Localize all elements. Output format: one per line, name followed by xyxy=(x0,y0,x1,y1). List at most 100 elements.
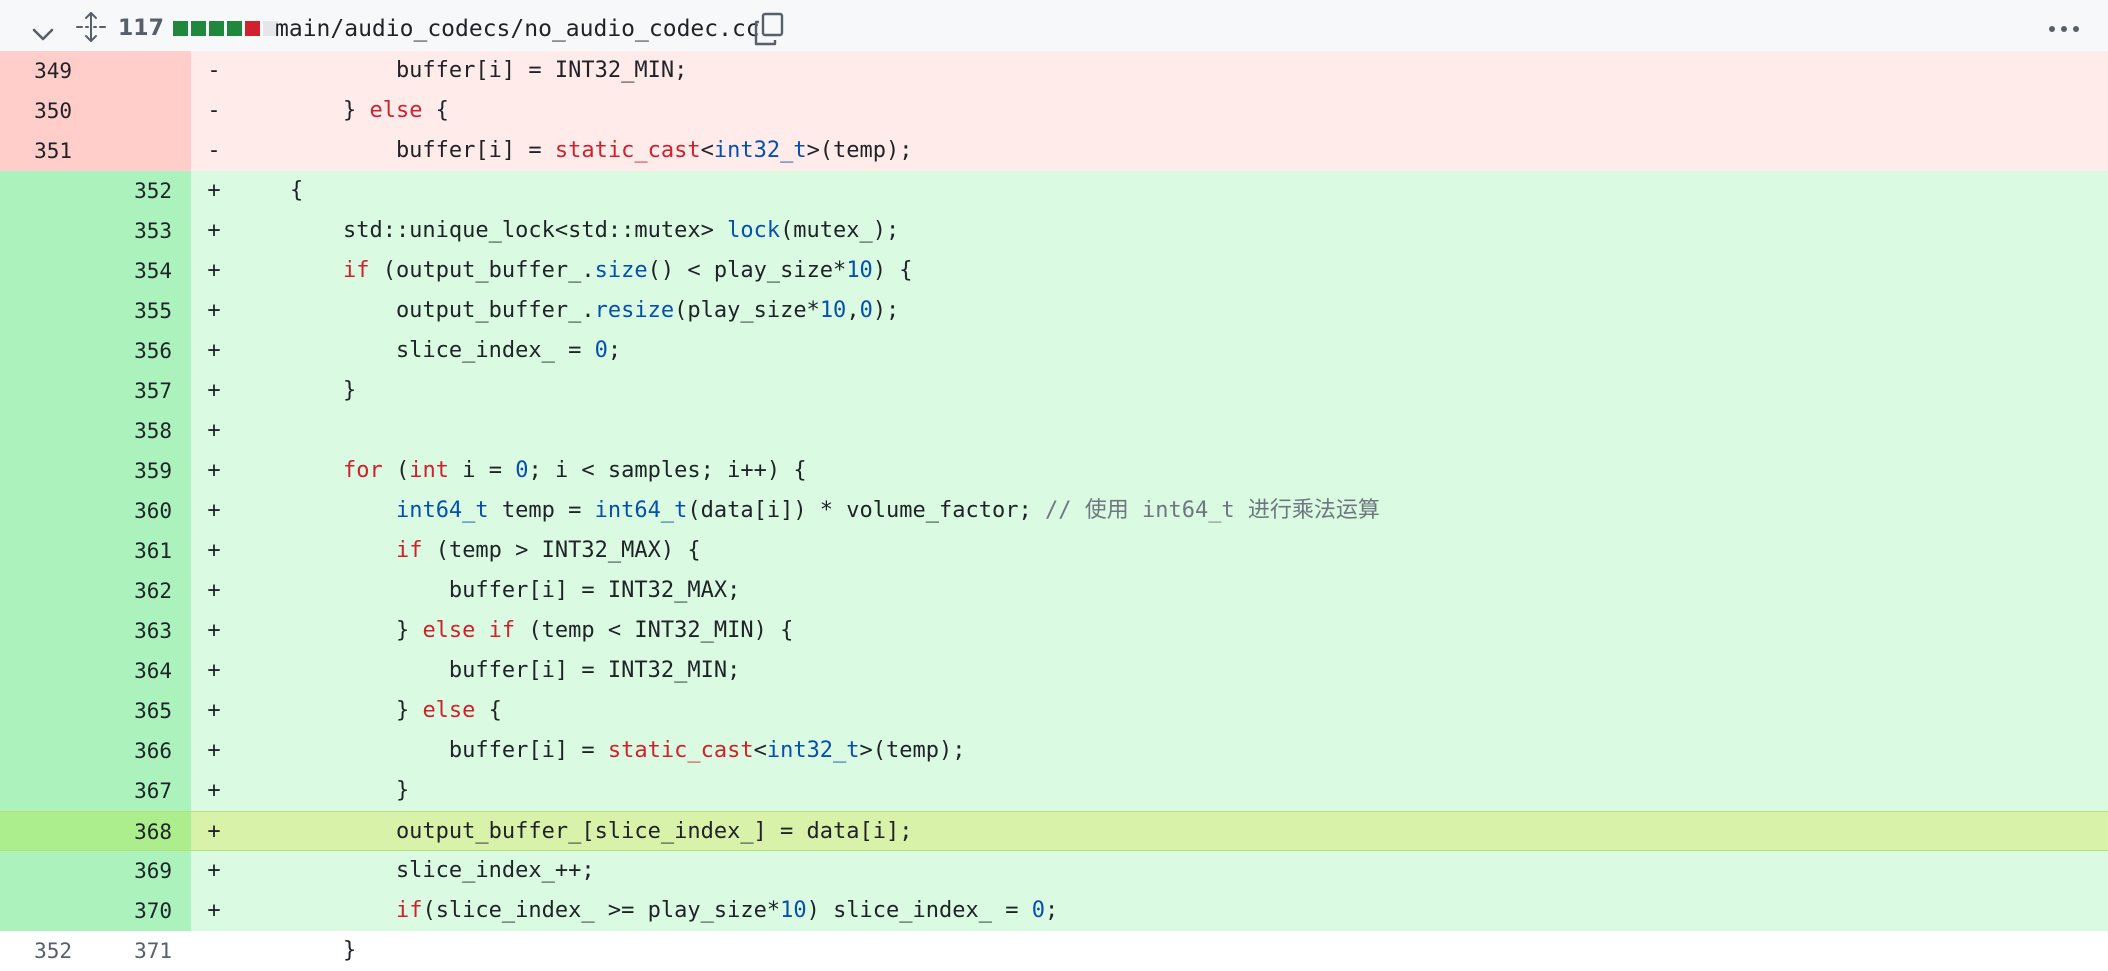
diff-line[interactable]: 351 - buffer[i] = static_cast<int32_t>(te… xyxy=(0,131,2108,171)
new-line-number[interactable]: 357 xyxy=(72,371,172,411)
code-token: i = xyxy=(448,458,516,483)
old-line-number[interactable] xyxy=(0,291,72,331)
new-line-number[interactable]: 353 xyxy=(72,211,172,251)
diff-line[interactable]: 360 + int64_t temp = int64_t(data[i]) * v… xyxy=(0,491,2108,531)
expand-icon[interactable] xyxy=(74,10,108,44)
diff-line[interactable]: 361 + if (temp > INT32_MAX) { xyxy=(0,531,2108,571)
code-line: std::unique_lock<std::mutex> lock(mutex_… xyxy=(237,211,2108,251)
diff-line[interactable]: 362 + buffer[i] = INT32_MAX; xyxy=(0,571,2108,611)
diff-line[interactable]: 359 + for (int i = 0; i < samples; i++) { xyxy=(0,451,2108,491)
new-line-number[interactable]: 368 xyxy=(72,812,172,850)
old-line-number[interactable] xyxy=(0,331,72,371)
diff-line[interactable]: 368 + output_buffer_[slice_index_] = data… xyxy=(0,811,2108,851)
diff-line[interactable]: 357 + } xyxy=(0,371,2108,411)
diff-line[interactable]: 353 + std::unique_lock<std::mutex> lock(m… xyxy=(0,211,2108,251)
code-token: if xyxy=(395,538,423,563)
old-line-number[interactable] xyxy=(0,371,72,411)
new-line-number[interactable]: 356 xyxy=(72,331,172,371)
diff-line[interactable]: 363 + } else if (temp < INT32_MIN) { xyxy=(0,611,2108,651)
code-token: for xyxy=(342,458,383,483)
diff-line[interactable]: 369 + slice_index_++; xyxy=(0,851,2108,891)
old-line-number[interactable] xyxy=(0,531,72,571)
old-line-number[interactable]: 351 xyxy=(0,131,72,171)
diff-sign: + xyxy=(207,658,221,683)
old-line-number[interactable] xyxy=(0,571,72,611)
code-token: int xyxy=(409,458,449,483)
old-line-number[interactable] xyxy=(0,891,72,931)
diff-line[interactable]: 355 + output_buffer_.resize(play_size*10,… xyxy=(0,291,2108,331)
old-line-number[interactable] xyxy=(0,651,72,691)
new-line-number[interactable] xyxy=(72,51,172,91)
old-line-number[interactable] xyxy=(0,851,72,891)
diff-line[interactable]: 365 + } else { xyxy=(0,691,2108,731)
old-line-number[interactable]: 349 xyxy=(0,51,72,91)
code-line: buffer[i] = INT32_MIN; xyxy=(237,651,2108,691)
new-line-number[interactable]: 354 xyxy=(72,251,172,291)
diff-line[interactable]: 370 + if(slice_index_ >= play_size*10) sl… xyxy=(0,891,2108,931)
new-line-number[interactable]: 355 xyxy=(72,291,172,331)
new-line-number[interactable]: 369 xyxy=(72,851,172,891)
diff-line[interactable]: 349 - buffer[i] = INT32_MIN; xyxy=(0,51,2108,91)
diff-line[interactable]: 356 + slice_index_ = 0; xyxy=(0,331,2108,371)
new-line-number[interactable]: 365 xyxy=(72,691,172,731)
old-line-number[interactable] xyxy=(0,691,72,731)
old-line-number[interactable] xyxy=(0,812,72,850)
diff-sign: + xyxy=(207,298,221,323)
old-line-number[interactable] xyxy=(0,771,72,811)
code-line: for (int i = 0; i < samples; i++) { xyxy=(237,451,2108,491)
code-line: if (output_buffer_.size() < play_size*10… xyxy=(237,251,2108,291)
new-line-number[interactable]: 360 xyxy=(72,491,172,531)
new-line-number[interactable]: 367 xyxy=(72,771,172,811)
old-line-number[interactable] xyxy=(0,211,72,251)
diff-sign xyxy=(191,931,237,971)
copy-icon[interactable] xyxy=(752,11,786,47)
new-line-number[interactable]: 364 xyxy=(72,651,172,691)
kebab-menu-icon[interactable] xyxy=(2044,14,2084,44)
line-number-gutter: 352 371 xyxy=(0,931,191,971)
new-line-number[interactable]: 359 xyxy=(72,451,172,491)
new-line-number[interactable]: 358 xyxy=(72,411,172,451)
old-line-number[interactable] xyxy=(0,451,72,491)
old-line-number[interactable]: 352 xyxy=(0,931,72,971)
old-line-number[interactable]: 350 xyxy=(0,91,72,131)
diff-line[interactable]: 352 371 } xyxy=(0,931,2108,971)
new-line-number[interactable]: 366 xyxy=(72,731,172,771)
old-line-number[interactable] xyxy=(0,611,72,651)
diff-line[interactable]: 354 + if (output_buffer_.size() < play_si… xyxy=(0,251,2108,291)
old-line-number[interactable] xyxy=(0,171,72,211)
code-token: , xyxy=(846,298,860,323)
diff-line[interactable]: 367 + } xyxy=(0,771,2108,811)
code-line: } xyxy=(237,371,2108,411)
new-line-number[interactable]: 361 xyxy=(72,531,172,571)
diff-line[interactable]: 350 - } else { xyxy=(0,91,2108,131)
code-token: 10 xyxy=(846,258,873,283)
old-line-number[interactable] xyxy=(0,491,72,531)
code-token: 0 xyxy=(515,458,529,483)
new-line-number[interactable]: 363 xyxy=(72,611,172,651)
old-line-number[interactable] xyxy=(0,731,72,771)
file-name[interactable]: main/audio_codecs/no_audio_codec.cc xyxy=(275,16,760,42)
diff-line[interactable]: 364 + buffer[i] = INT32_MIN; xyxy=(0,651,2108,691)
diff-line[interactable]: 352 + { xyxy=(0,171,2108,211)
new-line-number[interactable]: 370 xyxy=(72,891,172,931)
old-line-number[interactable] xyxy=(0,411,72,451)
new-line-number[interactable] xyxy=(72,131,172,171)
change-count: 117 xyxy=(118,16,164,41)
code-token: } xyxy=(237,378,357,403)
new-line-number[interactable]: 352 xyxy=(72,171,172,211)
old-line-number[interactable] xyxy=(0,251,72,291)
code-token: size xyxy=(594,258,648,283)
new-line-number[interactable]: 362 xyxy=(72,571,172,611)
chevron-down-icon[interactable] xyxy=(28,19,58,49)
new-line-number[interactable] xyxy=(72,91,172,131)
diff-sign: + xyxy=(207,418,221,443)
diff-sign: + xyxy=(207,258,221,283)
diffstat-add-block xyxy=(209,21,224,36)
diff-line[interactable]: 358 + xyxy=(0,411,2108,451)
diff-line[interactable]: 366 + buffer[i] = static_cast<int32_t>(te… xyxy=(0,731,2108,771)
code-token: 0 xyxy=(594,338,608,363)
new-line-number[interactable]: 371 xyxy=(72,931,172,971)
code-line: int64_t temp = int64_t(data[i]) * volume… xyxy=(237,491,2108,531)
